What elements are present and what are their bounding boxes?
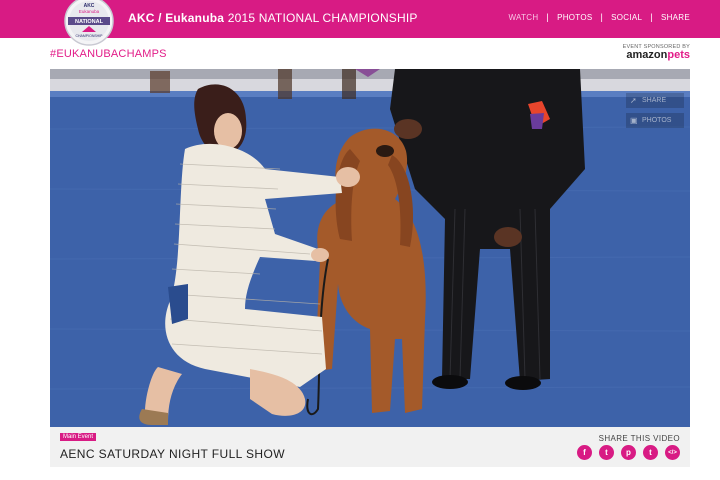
sponsor-block[interactable]: EVENT SPONSORED BY amazonpets [623, 44, 690, 61]
sponsor-brand-suffix: pets [667, 49, 690, 61]
svg-text:Eukanuba: Eukanuba [79, 9, 100, 14]
video-title: AENC SATURDAY NIGHT FULL SHOW [60, 447, 285, 461]
hashtag-link[interactable]: #EUKANUBACHAMPS [50, 48, 167, 60]
camera-icon: ▣ [630, 116, 638, 125]
player-share-button[interactable]: ➚ SHARE [626, 93, 684, 108]
nav-social[interactable]: SOCIAL [611, 13, 642, 22]
championship-logo[interactable]: AKC Eukanuba NATIONAL CHAMPIONSHIP [58, 0, 120, 46]
site-title: AKC / Eukanuba 2015 NATIONAL CHAMPIONSHI… [128, 11, 418, 25]
video-info-bar: Main Event AENC SATURDAY NIGHT FULL SHOW… [50, 427, 690, 467]
player-share-label: SHARE [642, 97, 667, 104]
header-bar: AKC Eukanuba NATIONAL CHAMPIONSHIP AKC /… [0, 0, 720, 46]
video-player[interactable]: ➚ SHARE ▣ PHOTOS [50, 69, 690, 427]
player-photos-button[interactable]: ▣ PHOTOS [626, 113, 684, 128]
site-title-rest: 2015 NATIONAL CHAMPIONSHIP [227, 11, 418, 25]
event-badge: Main Event [60, 433, 97, 441]
tumblr-icon[interactable]: t [643, 445, 658, 460]
twitter-icon[interactable]: t [599, 445, 614, 460]
sponsor-brand: amazon [626, 49, 668, 61]
svg-text:NATIONAL: NATIONAL [75, 19, 104, 25]
share-icon: ➚ [630, 96, 637, 105]
nav-share[interactable]: SHARE [661, 13, 690, 22]
nav-watch[interactable]: WATCH [508, 13, 538, 22]
video-frame [50, 69, 690, 427]
facebook-icon[interactable]: f [577, 445, 592, 460]
top-nav: WATCH | PHOTOS | SOCIAL | SHARE [508, 12, 690, 22]
nav-photos[interactable]: PHOTOS [557, 13, 592, 22]
nav-separator: | [546, 12, 550, 22]
site-title-bold: AKC / Eukanuba [128, 11, 225, 25]
share-label: SHARE THIS VIDEO [598, 434, 680, 443]
sponsor-logo: amazonpets [623, 50, 690, 61]
nav-separator: | [650, 12, 653, 22]
svg-text:CHAMPIONSHIP: CHAMPIONSHIP [75, 34, 103, 38]
pinterest-icon[interactable]: p [621, 445, 636, 460]
nav-separator: | [600, 12, 604, 22]
share-icons: f t p t </> [577, 445, 680, 460]
embed-icon[interactable]: </> [665, 445, 680, 460]
player-photos-label: PHOTOS [642, 117, 672, 124]
